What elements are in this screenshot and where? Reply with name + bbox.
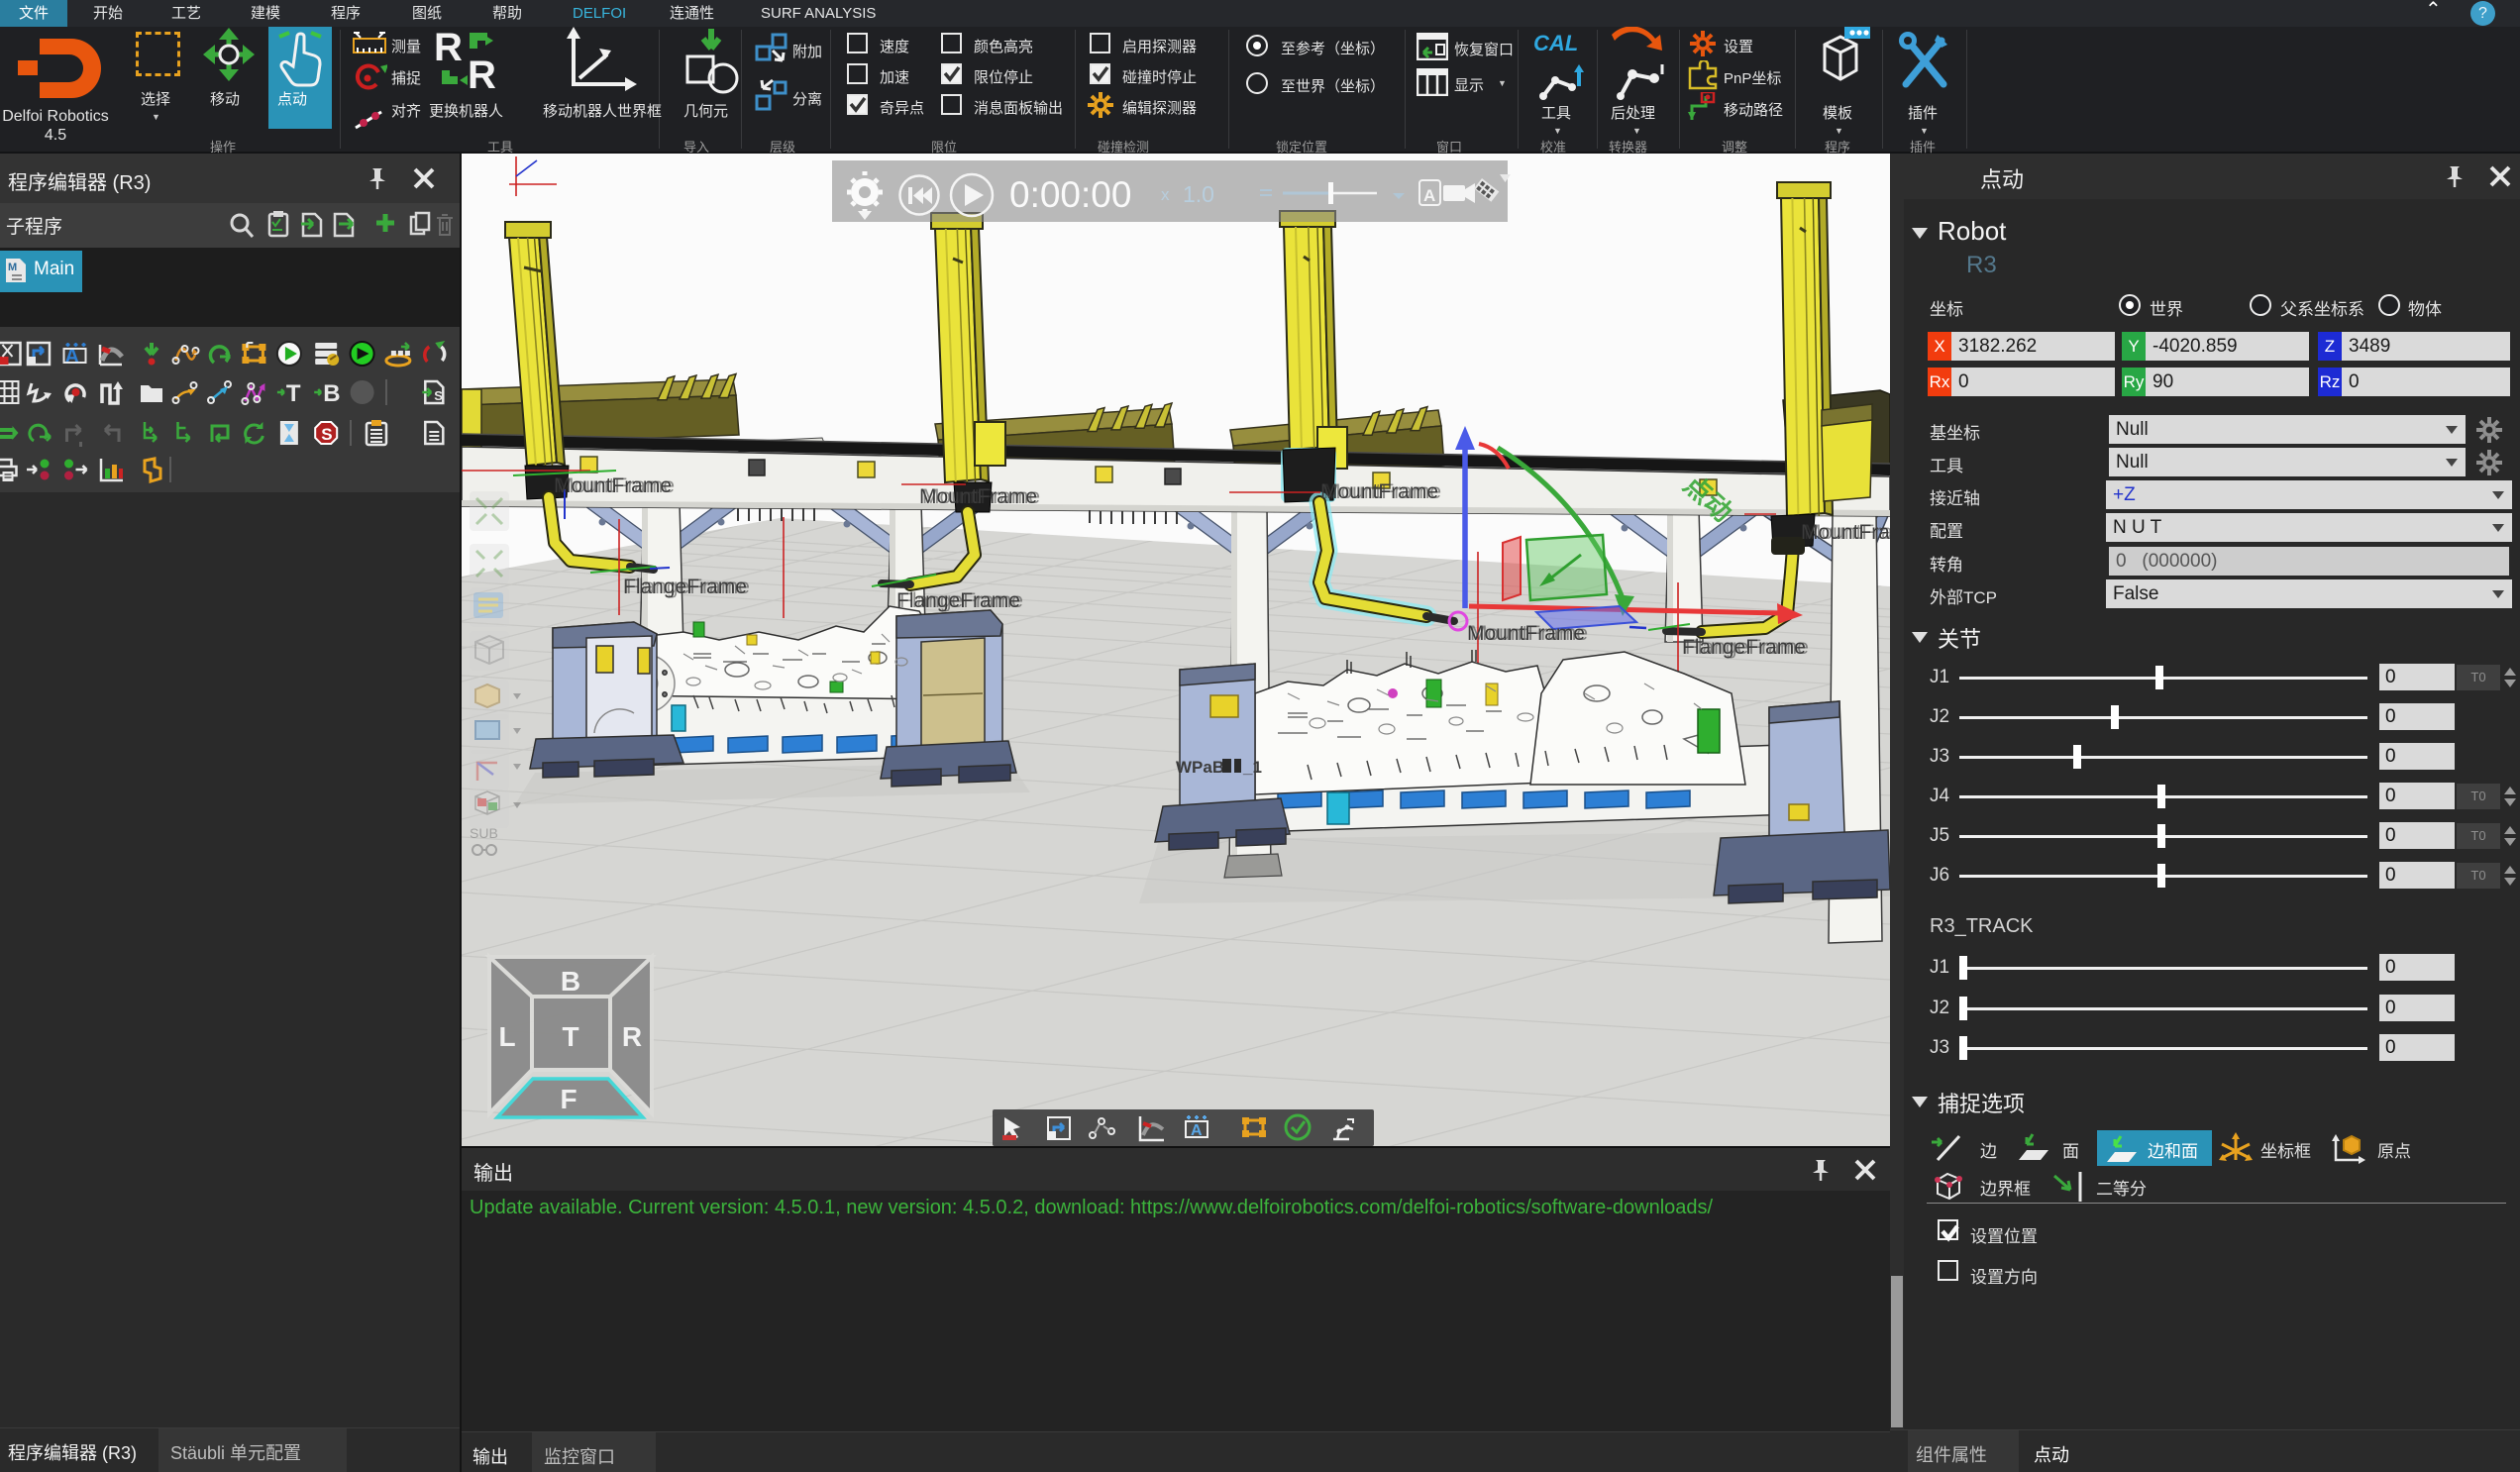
svg-text:S: S	[321, 425, 332, 444]
svg-text:T: T	[286, 380, 301, 407]
svg-text:MountFrame: MountFrame	[1323, 480, 1441, 503]
svg-text:FlangeFrame: FlangeFrame	[899, 589, 1023, 612]
svg-text:0:00:00: 0:00:00	[1009, 174, 1131, 215]
svg-text:x: x	[1161, 185, 1170, 204]
svg-text:_1: _1	[1242, 758, 1262, 777]
svg-text:R: R	[468, 53, 496, 97]
svg-text:R: R	[622, 1021, 642, 1052]
svg-text:1.0: 1.0	[1183, 181, 1214, 207]
svg-text:MountFrame: MountFrame	[1470, 622, 1588, 645]
svg-text:MountFrame: MountFrame	[557, 474, 675, 497]
svg-text:B: B	[323, 380, 340, 407]
svg-text:L: L	[498, 1021, 515, 1052]
svg-text:FlangeFrame: FlangeFrame	[626, 576, 750, 598]
svg-text:SUB: SUB	[470, 825, 498, 841]
svg-text:T: T	[562, 1021, 578, 1052]
svg-text:F: F	[560, 1084, 577, 1114]
svg-text:MountFrame: MountFrame	[1804, 521, 1890, 544]
svg-text:MountFrame: MountFrame	[922, 485, 1040, 508]
svg-text:A: A	[1191, 1122, 1203, 1139]
svg-text:M: M	[8, 262, 17, 273]
svg-text:A: A	[1423, 186, 1435, 205]
svg-text:B: B	[561, 966, 580, 997]
svg-text:WPaB: WPaB	[1176, 758, 1224, 777]
svg-text:FlangeFrame: FlangeFrame	[1685, 636, 1809, 659]
svg-text:R: R	[434, 27, 463, 69]
svg-text:S: S	[434, 388, 443, 403]
